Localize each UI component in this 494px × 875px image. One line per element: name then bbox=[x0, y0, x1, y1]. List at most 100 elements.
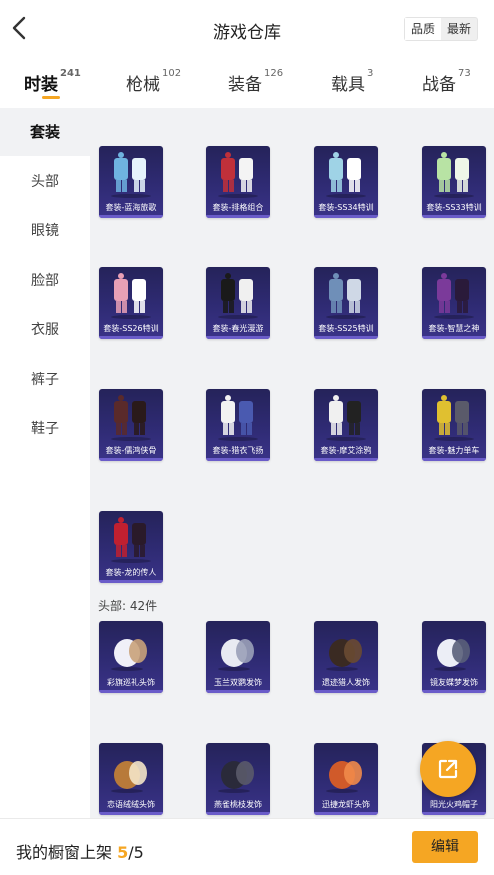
sidebar-item-shoes[interactable]: 鞋子 bbox=[0, 405, 90, 453]
item-label: 套装-排格组合 bbox=[212, 203, 264, 212]
sidebar-item-suits[interactable]: 套装 bbox=[0, 108, 90, 156]
suit-card[interactable]: 套装-蓝海旅歌 bbox=[99, 146, 163, 218]
suit-card[interactable]: 套装-春光漫游 bbox=[206, 267, 270, 339]
item-label: 镜友蝶梦发饰 bbox=[430, 678, 478, 687]
suit-card[interactable]: 套装-儒鸿侠骨 bbox=[99, 389, 163, 461]
suit-card[interactable]: 套装-智慧之神 bbox=[422, 267, 486, 339]
rarity-bar bbox=[99, 812, 163, 815]
headwear-thumbnail bbox=[111, 761, 147, 793]
outfit-thumbnail bbox=[218, 273, 258, 319]
rarity-bar bbox=[206, 690, 270, 693]
headwear-card[interactable]: 玉兰双鹦发饰 bbox=[206, 621, 270, 693]
showcase-status: 我的橱窗上架 5/5 bbox=[16, 839, 144, 863]
rarity-bar bbox=[206, 336, 270, 339]
tab-gear[interactable]: 装备126 bbox=[228, 68, 284, 95]
showcase-label: 我的橱窗上架 bbox=[16, 843, 113, 862]
rarity-bar bbox=[422, 336, 486, 339]
share-external-icon bbox=[438, 759, 458, 779]
sidebar-item-clothes[interactable]: 衣服 bbox=[0, 306, 90, 354]
item-label: 套装-SS26特训 bbox=[103, 324, 159, 333]
outfit-thumbnail bbox=[218, 395, 258, 441]
rarity-bar bbox=[99, 336, 163, 339]
top-bar: 游戏仓库 品质 最新 bbox=[0, 0, 494, 58]
sidebar-item-head[interactable]: 头部 bbox=[0, 158, 90, 206]
sort-toggle[interactable]: 品质 最新 bbox=[403, 17, 478, 41]
showcase-current: 5 bbox=[117, 843, 129, 862]
headwear-card[interactable]: 彩旗巡礼头饰 bbox=[99, 621, 163, 693]
suit-card[interactable]: 套装-猎衣飞扬 bbox=[206, 389, 270, 461]
headwear-thumbnail bbox=[218, 639, 254, 671]
suit-card[interactable]: 套装-龙的传人 bbox=[99, 511, 163, 583]
rarity-bar bbox=[206, 458, 270, 461]
outfit-thumbnail bbox=[434, 395, 474, 441]
active-tab-indicator bbox=[42, 96, 60, 99]
share-button[interactable] bbox=[420, 741, 476, 797]
tab-count: 3 bbox=[367, 68, 374, 79]
outfit-thumbnail bbox=[434, 273, 474, 319]
headwear-thumbnail bbox=[326, 639, 362, 671]
suit-card[interactable]: 套装-SS34特训 bbox=[314, 146, 378, 218]
tab-label: 装备 bbox=[228, 75, 262, 95]
item-label: 燕雀桃枝发饰 bbox=[214, 800, 262, 809]
suit-card[interactable]: 套装-摩艾涂鸦 bbox=[314, 389, 378, 461]
rarity-bar bbox=[422, 215, 486, 218]
headwear-card[interactable]: 迅捷龙虾头饰 bbox=[314, 743, 378, 815]
outfit-thumbnail bbox=[326, 395, 366, 441]
item-label: 套装-儒鸿侠骨 bbox=[105, 446, 157, 455]
rarity-bar bbox=[314, 690, 378, 693]
outfit-thumbnail bbox=[326, 273, 366, 319]
suit-card[interactable]: 套装-SS33特训 bbox=[422, 146, 486, 218]
sidebar-item-glasses[interactable]: 眼镜 bbox=[0, 207, 90, 255]
item-label: 套装-SS33特训 bbox=[426, 203, 482, 212]
edit-button[interactable]: 编辑 bbox=[412, 831, 478, 863]
outfit-thumbnail bbox=[111, 517, 151, 563]
tab-count: 102 bbox=[162, 68, 182, 79]
rarity-bar bbox=[314, 215, 378, 218]
headwear-card[interactable]: 镜友蝶梦发饰 bbox=[422, 621, 486, 693]
sidebar-item-pants[interactable]: 裤子 bbox=[0, 356, 90, 404]
outfit-thumbnail bbox=[111, 152, 151, 198]
rarity-bar bbox=[206, 215, 270, 218]
item-label: 套装-魅力单车 bbox=[428, 446, 480, 455]
tab-count: 126 bbox=[264, 68, 284, 79]
head-section-title: 头部: 42件 bbox=[98, 599, 158, 613]
outfit-thumbnail bbox=[111, 273, 151, 319]
suit-card[interactable]: 套装-SS26特训 bbox=[99, 267, 163, 339]
tab-label: 战备 bbox=[422, 75, 456, 95]
rarity-bar bbox=[422, 812, 486, 815]
suit-card[interactable]: 套装-魅力单车 bbox=[422, 389, 486, 461]
item-label: 套装-智慧之神 bbox=[428, 324, 480, 333]
tab-count: 73 bbox=[458, 68, 471, 79]
outfit-thumbnail bbox=[434, 152, 474, 198]
headwear-thumbnail bbox=[218, 761, 254, 793]
rarity-bar bbox=[206, 812, 270, 815]
headwear-card[interactable]: 燕雀桃枝发饰 bbox=[206, 743, 270, 815]
rarity-bar bbox=[99, 580, 163, 583]
item-label: 套装-龙的传人 bbox=[105, 568, 157, 577]
tab-fashion[interactable]: 时装241 bbox=[24, 68, 81, 95]
rarity-bar bbox=[422, 690, 486, 693]
outfit-thumbnail bbox=[111, 395, 151, 441]
item-label: 套装-猎衣飞扬 bbox=[212, 446, 264, 455]
category-tabs: 时装241 枪械102 装备126 载具3 战备73 bbox=[0, 58, 494, 108]
headwear-card[interactable]: 恋语绒绒头饰 bbox=[99, 743, 163, 815]
rarity-bar bbox=[99, 458, 163, 461]
item-label: 套装-蓝海旅歌 bbox=[105, 203, 157, 212]
item-label: 套装-摩艾涂鸦 bbox=[320, 446, 372, 455]
outfit-thumbnail bbox=[218, 152, 258, 198]
headwear-thumbnail bbox=[111, 639, 147, 671]
tab-supplies[interactable]: 战备73 bbox=[422, 68, 471, 95]
sort-option-quality[interactable]: 品质 bbox=[404, 18, 441, 40]
sidebar-item-face[interactable]: 脸部 bbox=[0, 257, 90, 305]
item-label: 套装-春光漫游 bbox=[212, 324, 264, 333]
headwear-card[interactable]: 遗迹猎人发饰 bbox=[314, 621, 378, 693]
headwear-thumbnail bbox=[326, 761, 362, 793]
rarity-bar bbox=[314, 812, 378, 815]
tab-guns[interactable]: 枪械102 bbox=[126, 68, 182, 95]
tab-count: 241 bbox=[60, 68, 81, 79]
suit-card[interactable]: 套装-排格组合 bbox=[206, 146, 270, 218]
item-label: 迅捷龙虾头饰 bbox=[322, 800, 370, 809]
sort-option-latest[interactable]: 最新 bbox=[441, 18, 477, 40]
suit-card[interactable]: 套装-SS25特训 bbox=[314, 267, 378, 339]
tab-vehicles[interactable]: 载具3 bbox=[331, 68, 374, 95]
